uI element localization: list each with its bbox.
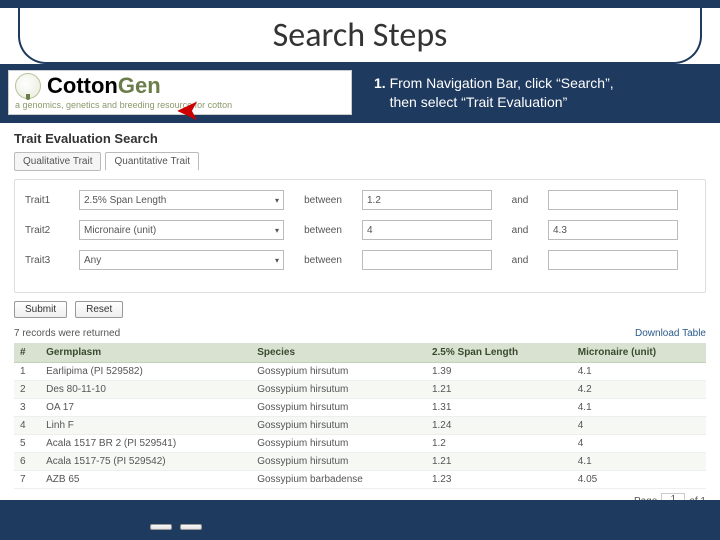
trait-row-3: Trait3 Any▾ between and <box>25 250 695 270</box>
tab-qualitative[interactable]: Qualitative Trait <box>14 152 101 171</box>
chevron-down-icon: ▾ <box>275 256 279 265</box>
title-bar: Search Steps <box>0 8 720 64</box>
table-row[interactable]: 1Earlipima (PI 529582)Gossypium hirsutum… <box>14 363 706 381</box>
search-heading: Trait Evaluation Search <box>14 131 706 146</box>
table-row[interactable]: 5Acala 1517 BR 2 (PI 529541)Gossypium hi… <box>14 435 706 453</box>
col-span: 2.5% Span Length <box>426 343 572 363</box>
trait1-to-input[interactable] <box>548 190 678 210</box>
logo-text: CottonGen <box>47 73 161 99</box>
table-row[interactable]: 3OA 17Gossypium hirsutum1.314.1 <box>14 399 706 417</box>
col-micronaire: Micronaire (unit) <box>572 343 706 363</box>
trait1-select[interactable]: 2.5% Span Length▾ <box>79 190 284 210</box>
instruction-text: 1. From Navigation Bar, click “Search”, … <box>374 74 614 112</box>
logo-card: CottonGen a genomics, genetics and breed… <box>8 70 352 115</box>
trait2-to-input[interactable]: 4.3 <box>548 220 678 240</box>
col-germplasm: Germplasm <box>40 343 251 363</box>
trait3-select[interactable]: Any▾ <box>79 250 284 270</box>
trait2-select[interactable]: Micronaire (unit)▾ <box>79 220 284 240</box>
search-form: Trait1 2.5% Span Length▾ between 1.2 and… <box>14 179 706 293</box>
submit-button[interactable]: Submit <box>14 301 67 318</box>
table-row[interactable]: 4Linh FGossypium hirsutum1.244 <box>14 417 706 435</box>
reset-button[interactable]: Reset <box>75 301 123 318</box>
trait1-label: Trait1 <box>25 195 65 206</box>
footer-band <box>0 500 720 540</box>
tab-quantitative[interactable]: Quantitative Trait <box>105 152 199 171</box>
col-species: Species <box>251 343 426 363</box>
trait1-from-input[interactable]: 1.2 <box>362 190 492 210</box>
table-row[interactable]: 6Acala 1517-75 (PI 529542)Gossypium hirs… <box>14 453 706 471</box>
table-row[interactable]: 2Des 80-11-10Gossypium hirsutum1.214.2 <box>14 381 706 399</box>
results-count: 7 records were returned <box>14 328 120 339</box>
chevron-down-icon: ▾ <box>275 196 279 205</box>
trait-row-2: Trait2 Micronaire (unit)▾ between 4 and … <box>25 220 695 240</box>
tab-bar: Qualitative Trait Quantitative Trait <box>14 152 706 171</box>
trait3-label: Trait3 <box>25 255 65 266</box>
col-num: # <box>14 343 40 363</box>
results-table: # Germplasm Species 2.5% Span Length Mic… <box>14 343 706 489</box>
trait2-label: Trait2 <box>25 225 65 236</box>
footer-button-2[interactable] <box>180 524 202 530</box>
cotton-icon <box>15 73 41 99</box>
trait2-from-input[interactable]: 4 <box>362 220 492 240</box>
footer-button-1[interactable] <box>150 524 172 530</box>
header-band: CottonGen a genomics, genetics and breed… <box>0 64 720 123</box>
table-row[interactable]: 7AZB 65Gossypium barbadense1.234.05 <box>14 471 706 489</box>
download-link[interactable]: Download Table <box>635 328 706 339</box>
chevron-down-icon: ▾ <box>275 226 279 235</box>
trait-row-1: Trait1 2.5% Span Length▾ between 1.2 and <box>25 190 695 210</box>
trait3-from-input[interactable] <box>362 250 492 270</box>
trait3-to-input[interactable] <box>548 250 678 270</box>
arrow-icon: ➤ <box>177 95 199 126</box>
